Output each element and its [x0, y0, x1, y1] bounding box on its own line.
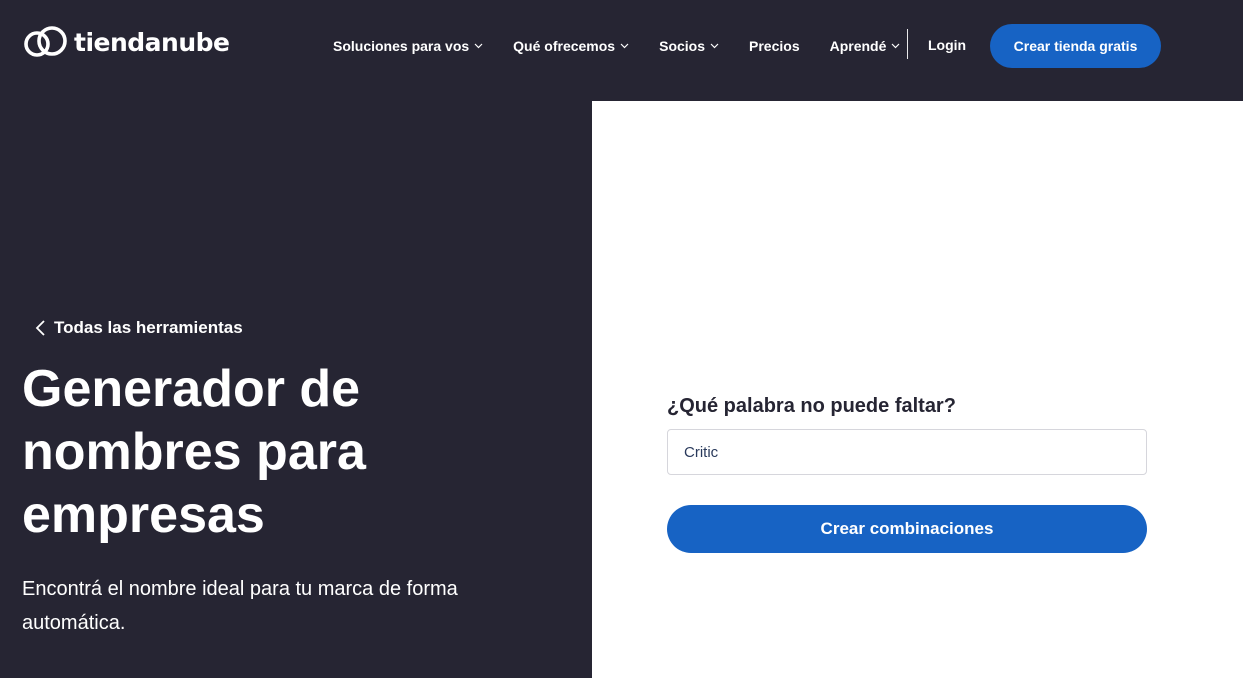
- nav-item-que-ofrecemos[interactable]: Qué ofrecemos: [513, 38, 629, 54]
- generator-form-panel: ¿Qué palabra no puede faltar? Crear comb…: [592, 101, 1243, 678]
- nav-item-socios[interactable]: Socios: [659, 38, 719, 54]
- nav-item-label: Precios: [749, 38, 800, 54]
- back-link-label: Todas las herramientas: [54, 318, 243, 337]
- chevron-down-icon: [891, 43, 900, 49]
- hero-section: Todas las herramientas Generador de nomb…: [0, 92, 592, 678]
- page-subtitle: Encontrá el nombre ideal para tu marca d…: [22, 578, 458, 634]
- tiendanube-logo[interactable]: tiendanube: [22, 24, 230, 60]
- nav-item-label: Aprendé: [829, 38, 887, 54]
- main-nav: Soluciones para vos Qué ofrecemos Socios…: [333, 31, 930, 61]
- keyword-label: ¿Qué palabra no puede faltar?: [667, 395, 956, 417]
- nav-item-label: Qué ofrecemos: [513, 38, 616, 54]
- create-store-button[interactable]: Crear tienda gratis: [990, 24, 1161, 68]
- cloud-rings-logo-icon: [24, 26, 67, 57]
- top-navbar: tiendanube Soluciones para vos Qué ofrec…: [0, 0, 1243, 92]
- page-title: Generador de nombres para empresas: [22, 360, 366, 544]
- chevron-down-icon: [620, 43, 629, 49]
- chevron-down-icon: [474, 43, 483, 49]
- nav-item-label: Soluciones para vos: [333, 38, 470, 54]
- chevron-down-icon: [710, 43, 719, 49]
- create-combinations-button[interactable]: Crear combinaciones: [667, 505, 1147, 553]
- chevron-left-icon: [35, 320, 45, 336]
- back-to-tools-link[interactable]: Todas las herramientas: [34, 318, 243, 338]
- nav-divider: [907, 29, 908, 59]
- nav-item-label: Socios: [659, 38, 706, 54]
- logo-text: tiendanube: [74, 27, 230, 57]
- nav-item-soluciones[interactable]: Soluciones para vos: [333, 38, 483, 54]
- nav-item-precios[interactable]: Precios: [749, 38, 800, 54]
- login-link[interactable]: Login: [928, 37, 966, 53]
- keyword-input[interactable]: [667, 429, 1147, 475]
- nav-item-aprende[interactable]: Aprendé: [830, 38, 901, 54]
